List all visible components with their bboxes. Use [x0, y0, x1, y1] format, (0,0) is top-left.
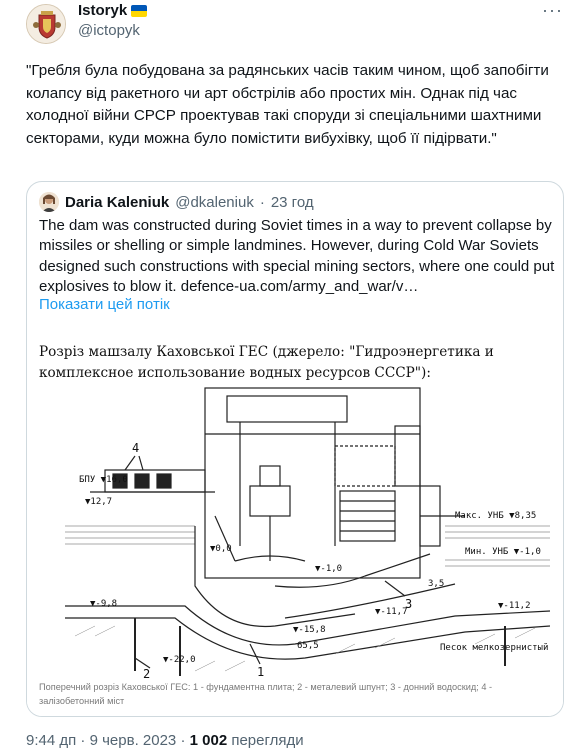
separator-dot: · — [80, 732, 86, 749]
quoted-tweet[interactable]: Daria Kaleniuk @dkaleniuk · 23 год The d… — [26, 181, 564, 717]
quote-media-image[interactable]: Розріз машзалу Каховської ГЕС (джерело: … — [27, 328, 563, 716]
author-avatar[interactable] — [26, 4, 66, 44]
label-max-tailwater: Макс. УНБ ▼8,35 — [455, 511, 536, 521]
author-handle[interactable]: @ictopyk — [78, 22, 140, 39]
label-callout-4: 4 — [132, 441, 139, 455]
quote-header: Daria Kaleniuk @dkaleniuk · 23 год — [39, 192, 314, 212]
quote-author-name[interactable]: Daria Kaleniuk — [65, 194, 169, 211]
label-0-0: ▼0,0 — [210, 544, 232, 554]
author-display-name[interactable]: Istoryk — [78, 2, 127, 19]
label-callout-3: 3 — [405, 597, 412, 611]
coat-of-arms-icon — [27, 5, 65, 43]
label-65-5: 65,5 — [297, 641, 319, 651]
label-minus-9-8: ▼-9,8 — [90, 599, 117, 609]
label-minus-22-0: ▼-22,0 — [163, 655, 196, 665]
label-callout-2: 2 — [143, 667, 150, 678]
label-sand: Песок мелкозернистый — [440, 643, 548, 653]
views-label: перегляди — [231, 732, 304, 749]
quote-timestamp[interactable]: 23 год — [271, 194, 314, 211]
label-minus-11-7: ▼-11,7 — [375, 607, 408, 617]
label-minus-1-0: ▼-1,0 — [315, 564, 342, 574]
separator-dot: · — [180, 732, 186, 749]
ukraine-flag-icon — [131, 4, 148, 17]
dam-cross-section-drawing: БПУ ▼16,0 ▼12,7 ▼0,0 ▼-1,0 ▼-9,8 3,5 ▼-1… — [65, 387, 551, 678]
separator-dot: · — [259, 193, 265, 211]
author-name-row[interactable]: Istoryk — [78, 2, 148, 19]
image-title: Розріз машзалу Каховської ГЕС (джерело: … — [39, 344, 494, 381]
views-count: 1 002 — [189, 732, 228, 749]
show-thread-link[interactable]: Показати цей потік — [39, 296, 170, 313]
label-minus-11-2: ▼-11,2 — [498, 601, 531, 611]
label-3-5: 3,5 — [428, 579, 444, 589]
label-bpu: БПУ ▼16,0 — [79, 475, 128, 485]
tweet-date[interactable]: 9 черв. 2023 — [90, 732, 177, 749]
more-horizontal-icon[interactable]: ··· — [542, 0, 563, 21]
person-portrait-icon — [39, 192, 59, 212]
image-caption: Поперечний розріз Каховської ГЕС: 1 - фу… — [39, 682, 493, 706]
label-min-tailwater: Мин. УНБ ▼-1,0 — [465, 547, 541, 557]
quote-author-avatar[interactable] — [39, 192, 59, 212]
label-minus-15-8: ▼-15,8 — [293, 625, 326, 635]
quote-text: The dam was constructed during Soviet ti… — [39, 217, 555, 296]
tweet-text: "Гребля була побудована за радянських ча… — [26, 62, 549, 147]
quote-author-handle[interactable]: @dkaleniuk — [175, 194, 254, 211]
tweet-time[interactable]: 9:44 дп — [26, 732, 76, 749]
label-12-7: ▼12,7 — [85, 497, 112, 507]
label-callout-1: 1 — [257, 665, 264, 678]
tweet-meta: 9:44 дп · 9 черв. 2023 · 1 002 перегляди — [26, 732, 304, 749]
